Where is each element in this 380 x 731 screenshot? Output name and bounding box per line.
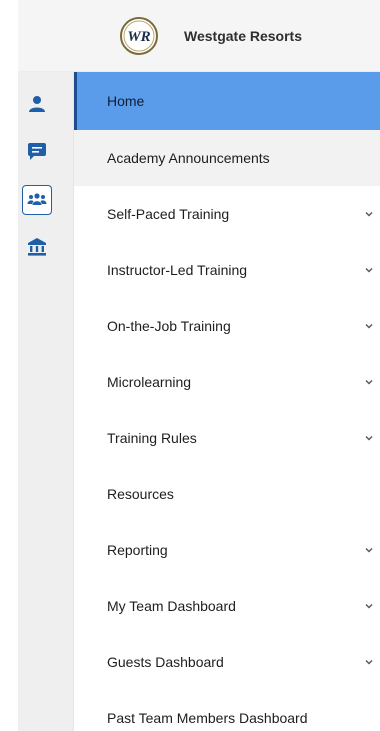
- institution-icon: [28, 238, 46, 256]
- messages-button[interactable]: [22, 136, 52, 166]
- icon-rail: [18, 72, 74, 731]
- menu-item-label: Guests Dashboard: [107, 654, 224, 670]
- team-icon: [27, 193, 47, 205]
- menu-item-label: Home: [107, 93, 145, 109]
- menu-item-reporting[interactable]: Reporting: [74, 522, 380, 578]
- menu-item-label: Self-Paced Training: [107, 206, 230, 222]
- logo-letters: WR: [127, 29, 150, 45]
- menu-item-label: Academy Announcements: [107, 150, 270, 166]
- menu-item-resources[interactable]: Resources: [74, 466, 380, 522]
- chevron-down-icon: [364, 265, 374, 275]
- menu-item-instructor-led-training[interactable]: Instructor-Led Training: [74, 242, 380, 298]
- user-icon: [29, 96, 45, 112]
- chevron-down-icon: [364, 657, 374, 667]
- nav-menu: Home Academy Announcements Self-Paced Tr…: [74, 72, 380, 731]
- menu-item-on-the-job-training[interactable]: On-the-Job Training: [74, 298, 380, 354]
- chevron-down-icon: [364, 601, 374, 611]
- menu-item-label: Reporting: [107, 542, 168, 558]
- menu-item-home[interactable]: Home: [74, 72, 380, 130]
- menu-item-microlearning[interactable]: Microlearning: [74, 354, 380, 410]
- chevron-down-icon: [364, 209, 374, 219]
- chevron-down-icon: [364, 377, 374, 387]
- westgate-logo[interactable]: WR: [119, 16, 159, 56]
- menu-item-my-team-dashboard[interactable]: My Team Dashboard: [74, 578, 380, 634]
- brand-name: Westgate Resorts: [184, 28, 303, 44]
- team-button[interactable]: [22, 185, 52, 215]
- menu-item-label: Resources: [107, 486, 174, 502]
- profile-button[interactable]: [22, 89, 52, 119]
- menu-item-label: My Team Dashboard: [107, 598, 236, 614]
- menu-item-label: Past Team Members Dashboard: [107, 710, 308, 726]
- chevron-down-icon: [364, 321, 374, 331]
- menu-item-training-rules[interactable]: Training Rules: [74, 410, 380, 466]
- menu-item-self-paced-training[interactable]: Self-Paced Training: [74, 186, 380, 242]
- menu-item-past-team-members-dashboard[interactable]: Past Team Members Dashboard: [74, 690, 380, 731]
- menu-item-label: On-the-Job Training: [107, 318, 231, 334]
- chat-icon: [28, 143, 46, 160]
- app-frame: WR Westgate Resorts Home Academy Announc…: [18, 0, 380, 731]
- menu-item-label: Instructor-Led Training: [107, 262, 248, 278]
- menu-item-label: Training Rules: [107, 430, 197, 446]
- chevron-down-icon: [364, 433, 374, 443]
- chevron-down-icon: [364, 545, 374, 555]
- menu-item-label: Microlearning: [107, 374, 192, 390]
- menu-item-academy-announcements[interactable]: Academy Announcements: [74, 130, 380, 186]
- menu-item-guests-dashboard[interactable]: Guests Dashboard: [74, 634, 380, 690]
- brand-header: WR Westgate Resorts: [18, 0, 380, 72]
- institution-button[interactable]: [22, 232, 52, 262]
